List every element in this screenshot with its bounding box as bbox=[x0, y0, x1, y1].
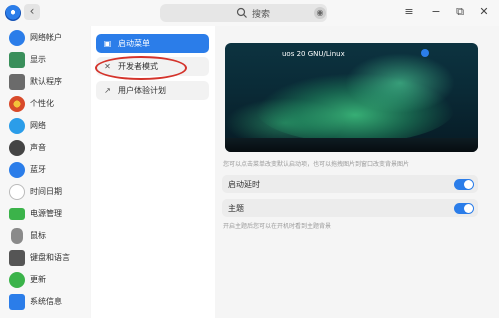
sidebar-item-label: 鼠标 bbox=[30, 231, 46, 240]
startup-delay-row: 启动延时 bbox=[222, 175, 478, 193]
theme-hint: 开启主题后您可以在开机时看到主题背景 bbox=[223, 223, 332, 230]
system-info-icon bbox=[9, 294, 25, 310]
sidebar-item-label: 更新 bbox=[30, 275, 46, 284]
sidebar-item-keyboard[interactable]: 键盘和语言 bbox=[6, 248, 90, 270]
back-button[interactable]: ‹ bbox=[24, 4, 40, 20]
keyboard-icon bbox=[9, 250, 25, 266]
sidebar-item-label: 显示 bbox=[30, 55, 46, 64]
app-logo-icon bbox=[5, 5, 21, 21]
bluetooth-icon bbox=[9, 162, 25, 178]
cloud-icon bbox=[9, 30, 25, 46]
sidebar: 网络帐户 显示 默认程序 个性化 网络 声音 蓝牙 时间日期 电源管理 鼠标 键… bbox=[0, 26, 90, 318]
sidebar-item-label: 默认程序 bbox=[30, 77, 62, 86]
default-apps-icon bbox=[9, 74, 25, 90]
theme-row: 主题 bbox=[222, 199, 478, 217]
clock-icon bbox=[9, 184, 25, 200]
startup-delay-toggle[interactable] bbox=[454, 179, 474, 190]
maximize-button[interactable]: ⧉ bbox=[452, 4, 468, 20]
sidebar-item-label: 键盘和语言 bbox=[30, 253, 70, 262]
palette-icon bbox=[9, 96, 25, 112]
sidebar-item-update[interactable]: 更新 bbox=[6, 270, 90, 292]
speaker-icon bbox=[9, 140, 25, 156]
menu-button[interactable]: ≡ bbox=[401, 4, 417, 20]
search-placeholder: 搜索 bbox=[252, 10, 271, 20]
sidebar-item-label: 网络 bbox=[30, 121, 46, 130]
theme-label: 主题 bbox=[228, 204, 244, 213]
update-icon bbox=[9, 272, 25, 288]
search-input[interactable]: 搜索 ◉ bbox=[160, 4, 327, 22]
sidebar-item-mouse[interactable]: 鼠标 bbox=[6, 226, 90, 248]
boot-entry-title: uos 20 GNU/Linux bbox=[282, 50, 345, 58]
sidebar-item-system-info[interactable]: 系统信息 bbox=[6, 292, 90, 314]
sidebar-item-label: 系统信息 bbox=[30, 297, 62, 306]
sidebar-item-label: 个性化 bbox=[30, 99, 54, 108]
sidebar-item-label: 时间日期 bbox=[30, 187, 62, 196]
sidebar-item-label: 蓝牙 bbox=[30, 165, 46, 174]
sidebar-item-sound[interactable]: 声音 bbox=[6, 138, 90, 160]
boot-menu-icon: ▣ bbox=[103, 39, 112, 48]
boot-menu-panel: uos 20 GNU/Linux 您可以点击菜单改变默认启动项，也可以拖拽图片到… bbox=[215, 26, 499, 318]
selected-check-icon bbox=[421, 49, 429, 57]
monitor-icon bbox=[9, 52, 25, 68]
sidebar-item-default-apps[interactable]: 默认程序 bbox=[6, 72, 90, 94]
highlight-annotation bbox=[95, 56, 187, 80]
network-icon bbox=[9, 118, 25, 134]
menu-item-label: 用户体验计划 bbox=[118, 86, 166, 95]
experience-icon: ↗ bbox=[104, 86, 111, 95]
sidebar-item-network[interactable]: 网络 bbox=[6, 116, 90, 138]
close-button[interactable]: ✕ bbox=[476, 4, 492, 20]
sidebar-item-cloud-account[interactable]: 网络帐户 bbox=[6, 28, 90, 50]
minimize-button[interactable]: − bbox=[428, 4, 444, 20]
menu-item-label: 启动菜单 bbox=[118, 39, 150, 48]
sidebar-item-label: 电源管理 bbox=[30, 209, 62, 218]
menu-item-user-experience[interactable]: ↗ 用户体验计划 bbox=[96, 81, 209, 100]
sidebar-item-datetime[interactable]: 时间日期 bbox=[6, 182, 90, 204]
boot-background-preview[interactable]: uos 20 GNU/Linux bbox=[225, 43, 478, 152]
sidebar-item-power[interactable]: 电源管理 bbox=[6, 204, 90, 226]
ground-silhouette bbox=[225, 138, 478, 152]
background-hint: 您可以点击菜单改变默认启动项，也可以拖拽图片到窗口改变背景图片 bbox=[223, 161, 410, 168]
sidebar-item-display[interactable]: 显示 bbox=[6, 50, 90, 72]
sidebar-item-bluetooth[interactable]: 蓝牙 bbox=[6, 160, 90, 182]
theme-toggle[interactable] bbox=[454, 203, 474, 214]
search-icon bbox=[236, 7, 247, 18]
battery-icon bbox=[9, 208, 25, 220]
title-bar: ‹ 搜索 ◉ ≡ − ⧉ ✕ bbox=[0, 0, 499, 26]
mouse-icon bbox=[11, 228, 23, 244]
aurora-glow bbox=[345, 53, 455, 113]
menu-item-boot-menu[interactable]: ▣ 启动菜单 bbox=[96, 34, 209, 53]
startup-delay-label: 启动延时 bbox=[228, 180, 260, 189]
sidebar-item-personalization[interactable]: 个性化 bbox=[6, 94, 90, 116]
sidebar-item-label: 声音 bbox=[30, 143, 46, 152]
sidebar-item-label: 网络帐户 bbox=[30, 33, 62, 42]
voice-input-icon[interactable]: ◉ bbox=[314, 7, 326, 19]
